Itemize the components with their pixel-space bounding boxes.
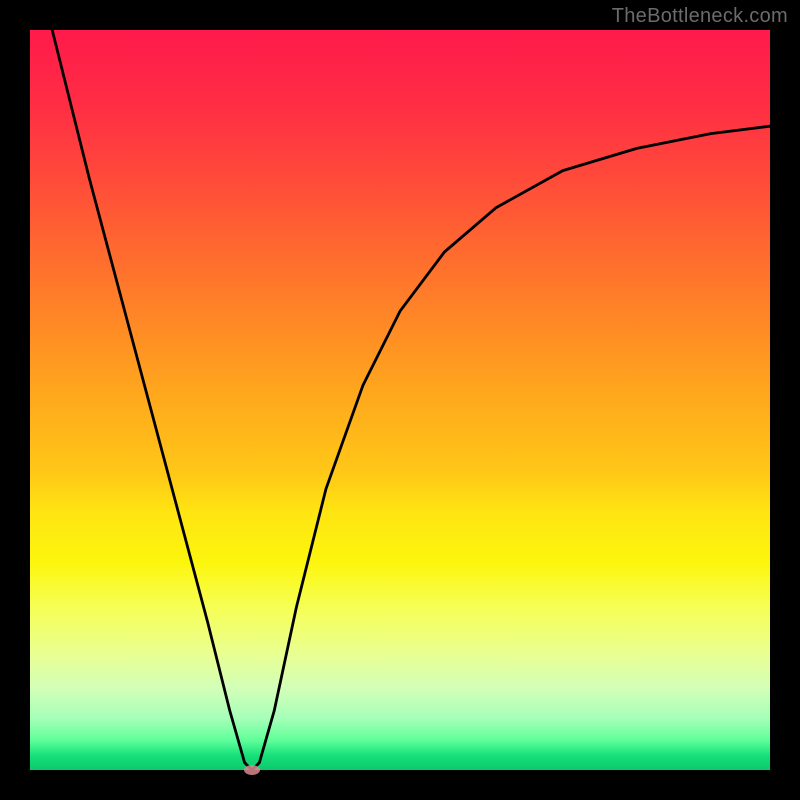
watermark-text: TheBottleneck.com xyxy=(612,5,788,28)
plot-area xyxy=(30,30,770,770)
bottleneck-chart: TheBottleneck.com xyxy=(0,0,800,800)
bottleneck-curve xyxy=(52,30,770,770)
optimal-point-marker xyxy=(244,765,260,775)
curve-layer xyxy=(30,30,770,770)
